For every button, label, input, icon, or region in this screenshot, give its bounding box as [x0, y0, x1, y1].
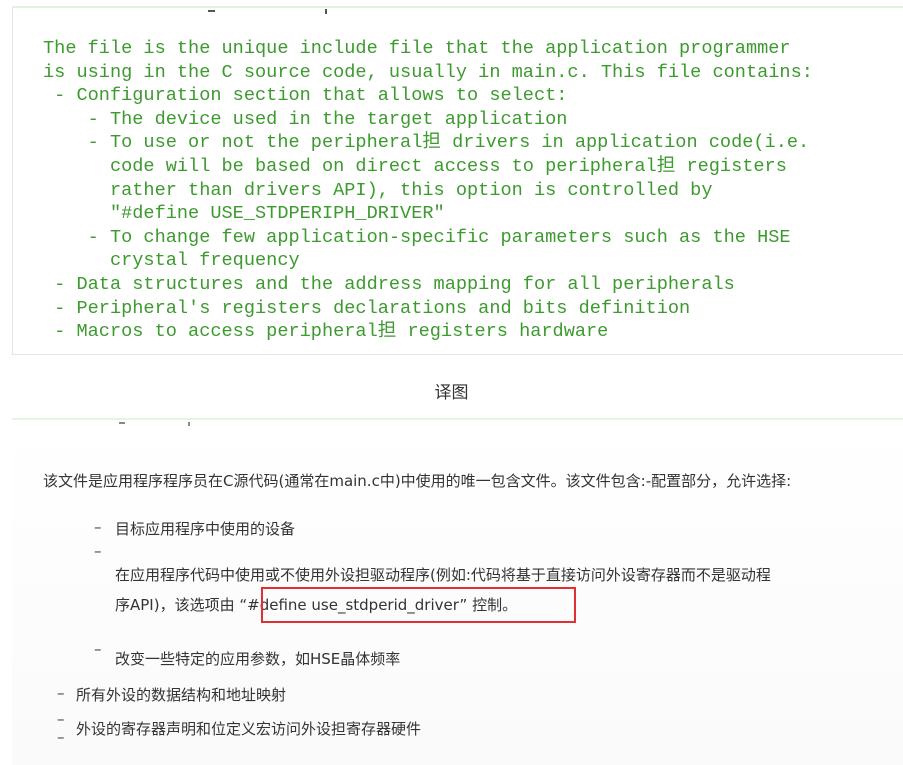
translation-item-2-line-1: 在应用程序代码中使用或不使用外设担驱动程序(例如:代码将基于直接访问外设寄存器而… [115, 566, 771, 584]
bullet-dash: – [57, 684, 65, 702]
translation-item-4: 所有外设的数据结构和地址映射 [76, 686, 287, 704]
translation-intro: 该文件是应用程序程序员在C源代码(通常在main.c中)中使用的唯一包含文件。该… [43, 472, 792, 490]
translation-item-3: 改变一些特定的应用参数，如HSE晶体频率 [115, 650, 401, 668]
scan-mark [208, 10, 215, 12]
translation-item-5: 外设的寄存器声明和位定义宏访问外设担寄存器硬件 [76, 720, 422, 738]
original-text-panel: The file is the unique include file that… [12, 6, 903, 355]
scan-mark [325, 9, 327, 14]
translation-caption: 译图 [434, 383, 469, 403]
scan-mark [188, 422, 190, 426]
bullet-dash: – [94, 542, 102, 560]
original-code-text: The file is the unique include file that… [43, 38, 813, 343]
bullet-dash: – [57, 710, 65, 728]
bullet-dash: – [94, 640, 102, 658]
bullet-dash: – [94, 518, 102, 536]
translation-item-1: 目标应用程序中使用的设备 [115, 520, 296, 538]
red-highlight-box [261, 587, 576, 623]
bullet-dash: – [57, 728, 65, 746]
scan-mark [119, 422, 125, 424]
